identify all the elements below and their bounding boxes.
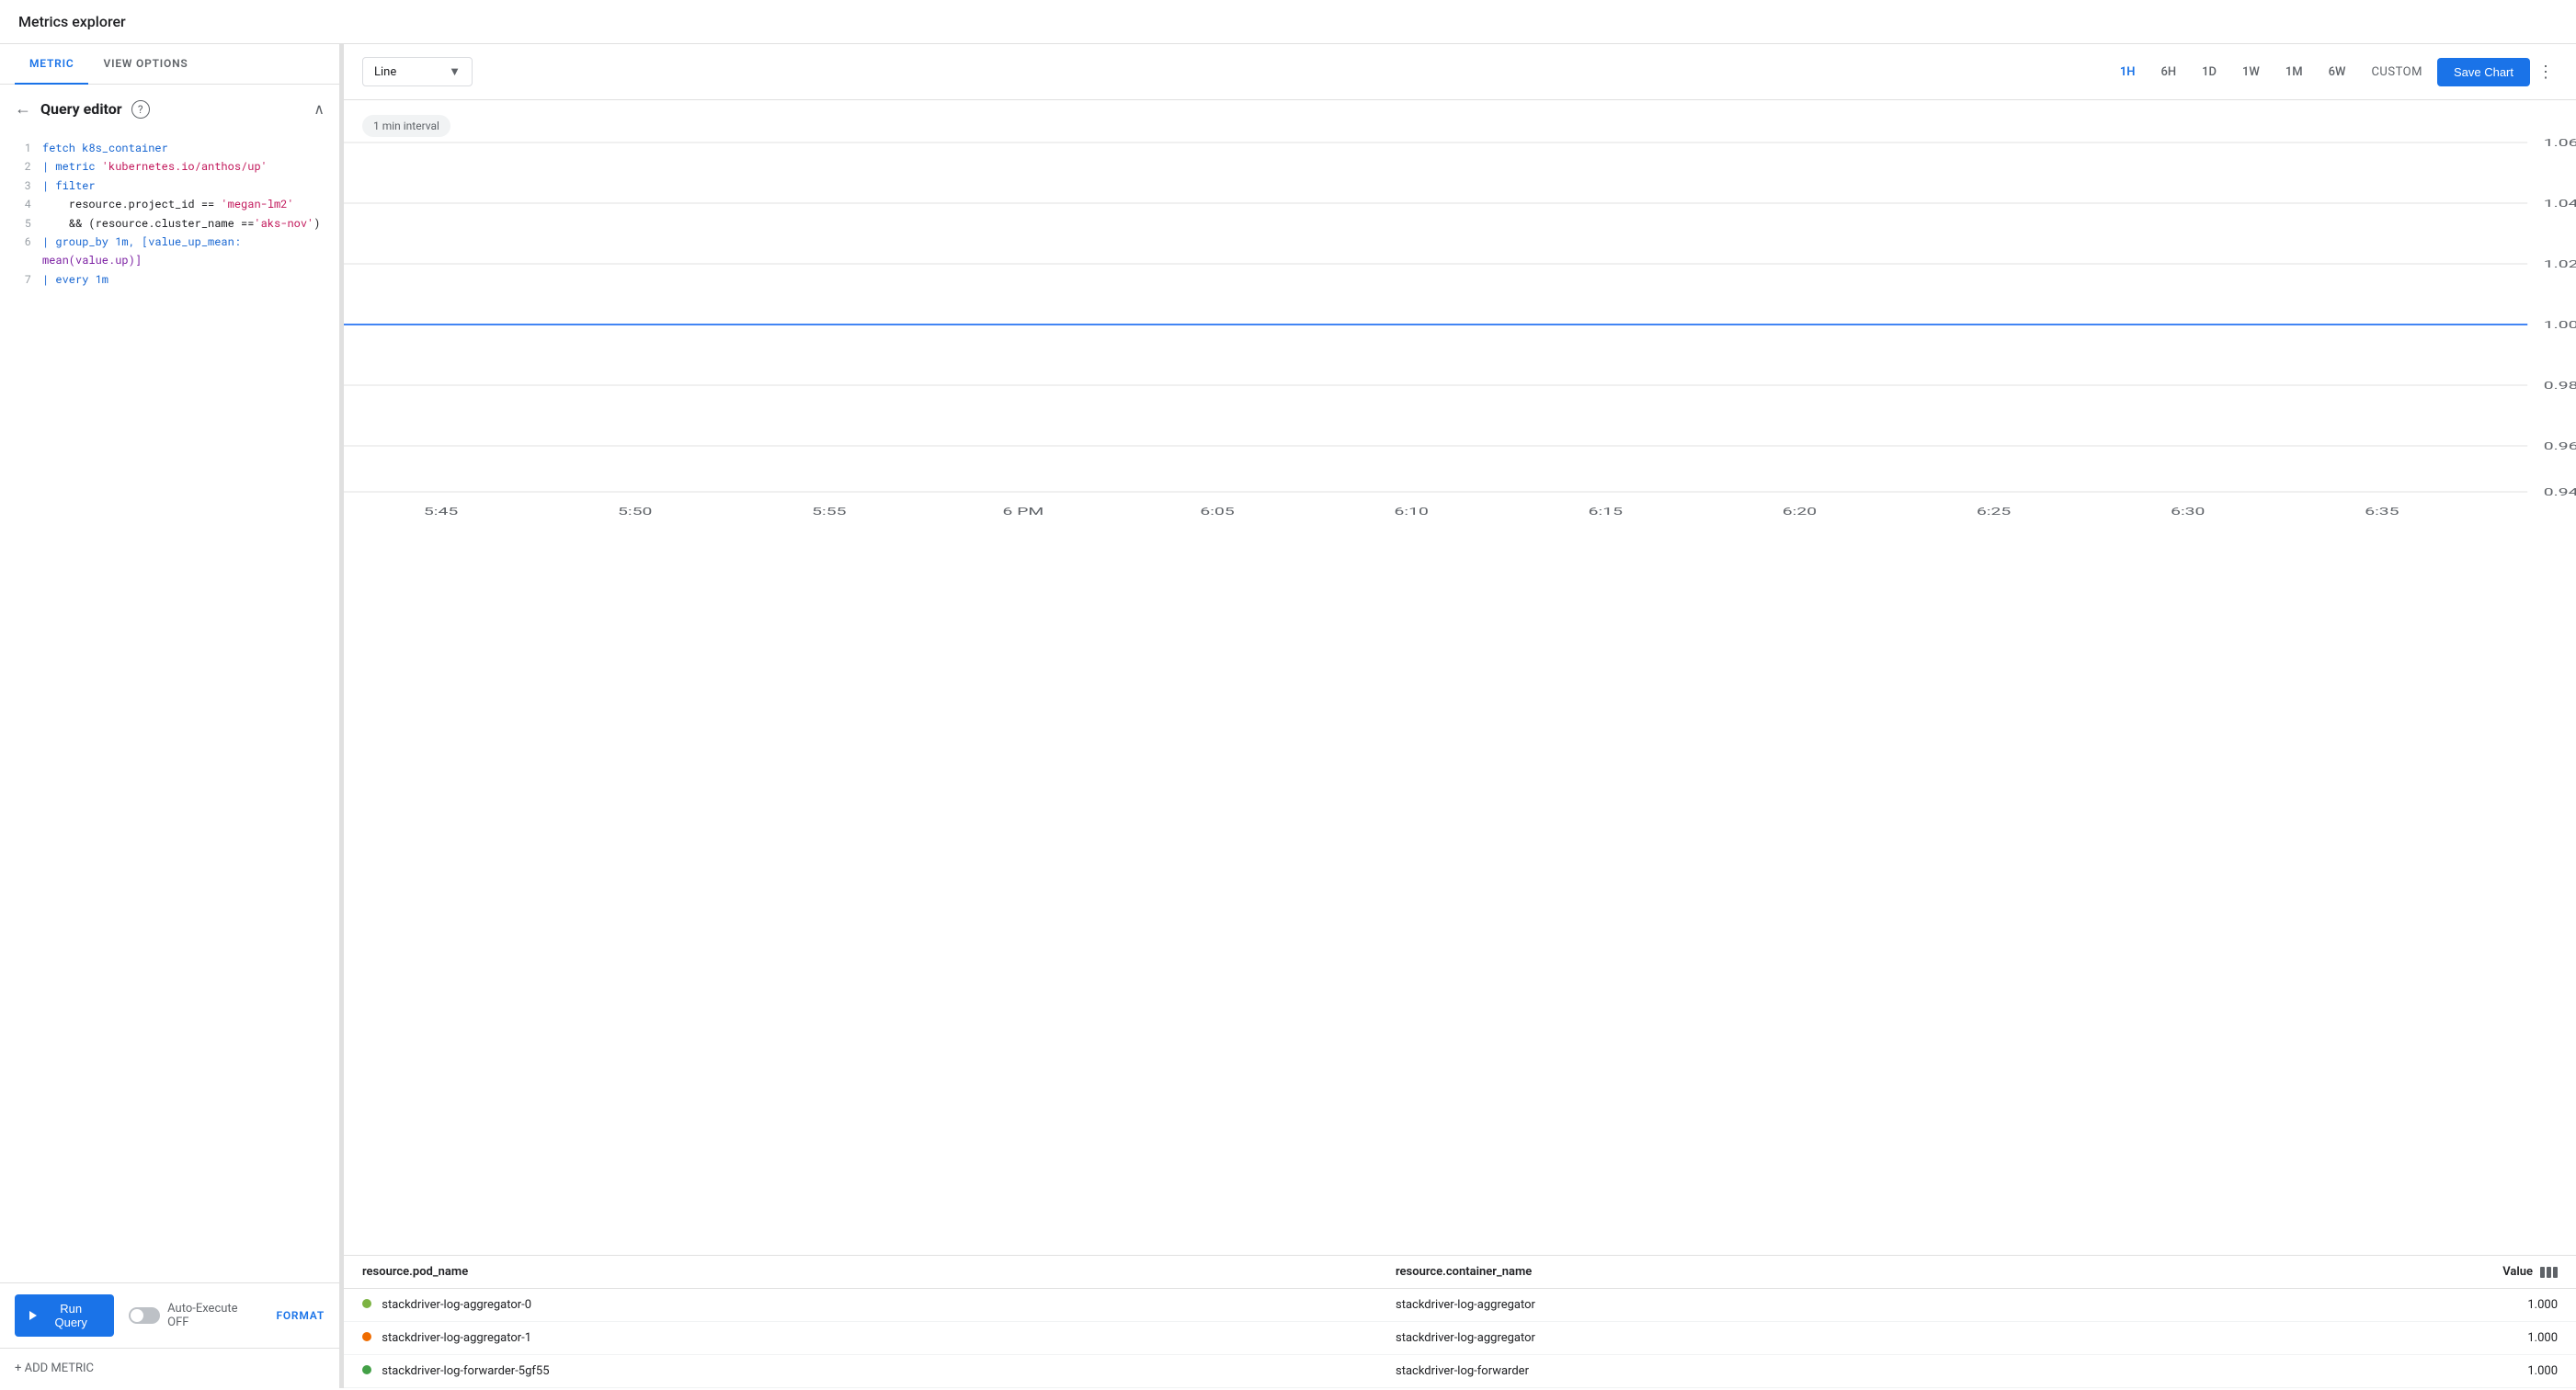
table-row: stackdriver-log-aggregator-1 stackdriver… bbox=[344, 1322, 2576, 1355]
play-icon bbox=[29, 1311, 37, 1320]
query-editor-section: ← Query editor ? ∧ 1 fetch k8s_container… bbox=[0, 85, 339, 1282]
svg-text:1.00: 1.00 bbox=[2544, 319, 2576, 331]
tab-view-options[interactable]: VIEW OPTIONS bbox=[88, 44, 202, 85]
container-name-cell: stackdriver-log-aggregator bbox=[1396, 1331, 2429, 1345]
svg-text:0.96: 0.96 bbox=[2544, 440, 2576, 452]
back-arrow-icon[interactable]: ← bbox=[15, 99, 31, 119]
add-metric-label: + ADD METRIC bbox=[15, 1362, 94, 1375]
app-header: Metrics explorer bbox=[0, 0, 2576, 44]
app-title: Metrics explorer bbox=[18, 13, 126, 30]
chart-area: 1 min interval 1.06 1.04 1.02 1.00 bbox=[344, 100, 2576, 1255]
right-panel: Line ▼ 1H 6H 1D 1W 1M 6W CUSTOM Save Cha… bbox=[344, 44, 2576, 1388]
left-panel: METRIC VIEW OPTIONS ← Query editor ? ∧ 1… bbox=[0, 44, 340, 1388]
chart-svg: 1.06 1.04 1.02 1.00 0.98 0.96 0.94 5:45 … bbox=[344, 115, 2576, 519]
code-line-1: 1 fetch k8s_container bbox=[15, 139, 325, 157]
tab-metric[interactable]: METRIC bbox=[15, 44, 88, 85]
svg-text:0.94: 0.94 bbox=[2544, 486, 2576, 498]
svg-text:6:30: 6:30 bbox=[2171, 506, 2205, 518]
svg-text:5:50: 5:50 bbox=[618, 506, 652, 518]
collapse-icon[interactable]: ∧ bbox=[313, 100, 325, 118]
interval-badge: 1 min interval bbox=[362, 115, 450, 137]
svg-text:1.06: 1.06 bbox=[2544, 137, 2576, 149]
svg-text:6:25: 6:25 bbox=[1977, 506, 2011, 518]
run-query-label: Run Query bbox=[42, 1302, 99, 1329]
svg-text:6 PM: 6 PM bbox=[1003, 506, 1044, 518]
time-range-buttons: 1H 6H 1D 1W 1M 6W CUSTOM Save Chart ⋮ bbox=[2109, 58, 2558, 86]
time-btn-6w[interactable]: 6W bbox=[2318, 60, 2357, 85]
svg-text:1.04: 1.04 bbox=[2544, 198, 2576, 210]
pod-name-cell: stackdriver-log-forwarder-5gf55 bbox=[362, 1364, 1396, 1378]
table-row: stackdriver-log-forwarder-5gf55 stackdri… bbox=[344, 1355, 2576, 1388]
code-line-6: 6 | group_by 1m, [value_up_mean: bbox=[15, 233, 325, 251]
svg-text:0.98: 0.98 bbox=[2544, 380, 2576, 392]
value-cell: 1.000 bbox=[2429, 1364, 2558, 1378]
value-cell: 1.000 bbox=[2429, 1331, 2558, 1345]
svg-text:6:05: 6:05 bbox=[1200, 506, 1234, 518]
row-dot-1 bbox=[362, 1299, 371, 1308]
code-line-6b: mean(value.up)] bbox=[15, 251, 325, 269]
grid-columns-icon[interactable] bbox=[2540, 1267, 2558, 1278]
save-chart-button[interactable]: Save Chart bbox=[2437, 58, 2530, 86]
time-btn-6h[interactable]: 6H bbox=[2150, 60, 2188, 85]
table-row: stackdriver-log-aggregator-0 stackdriver… bbox=[344, 1289, 2576, 1322]
auto-execute-toggle[interactable] bbox=[129, 1307, 160, 1324]
col-container-name-header: resource.container_name bbox=[1396, 1265, 2429, 1279]
code-line-5: 5 && (resource.cluster_name =='aks-nov') bbox=[15, 214, 325, 233]
help-icon[interactable]: ? bbox=[131, 100, 150, 119]
time-btn-1m[interactable]: 1M bbox=[2274, 60, 2314, 85]
svg-text:6:10: 6:10 bbox=[1395, 506, 1429, 518]
format-button[interactable]: FORMAT bbox=[276, 1309, 325, 1322]
query-editor-header: ← Query editor ? ∧ bbox=[15, 99, 325, 119]
tabs-bar: METRIC VIEW OPTIONS bbox=[0, 44, 339, 85]
more-options-icon[interactable]: ⋮ bbox=[2534, 59, 2558, 85]
auto-execute-label: Auto-Execute OFF bbox=[167, 1302, 261, 1329]
data-table: resource.pod_name resource.container_nam… bbox=[344, 1255, 2576, 1388]
svg-text:1.02: 1.02 bbox=[2544, 258, 2576, 270]
code-block: 1 fetch k8s_container 2 | metric 'kubern… bbox=[15, 131, 325, 1268]
container-name-cell: stackdriver-log-forwarder bbox=[1396, 1364, 2429, 1378]
container-name-cell: stackdriver-log-aggregator bbox=[1396, 1298, 2429, 1312]
pod-name-cell: stackdriver-log-aggregator-1 bbox=[362, 1331, 1396, 1345]
main-layout: METRIC VIEW OPTIONS ← Query editor ? ∧ 1… bbox=[0, 44, 2576, 1388]
run-query-button[interactable]: Run Query bbox=[15, 1294, 114, 1337]
time-btn-1w[interactable]: 1W bbox=[2231, 60, 2271, 85]
time-btn-1d[interactable]: 1D bbox=[2191, 60, 2228, 85]
auto-execute-group: Auto-Execute OFF bbox=[129, 1302, 261, 1329]
code-line-3: 3 | filter bbox=[15, 177, 325, 195]
col-pod-name-header: resource.pod_name bbox=[362, 1265, 1396, 1279]
chart-svg-container: 1.06 1.04 1.02 1.00 0.98 0.96 0.94 5:45 … bbox=[344, 115, 2576, 519]
query-editor-title: Query editor bbox=[40, 100, 122, 118]
svg-text:5:45: 5:45 bbox=[424, 506, 458, 518]
value-cell: 1.000 bbox=[2429, 1298, 2558, 1312]
svg-text:6:15: 6:15 bbox=[1589, 506, 1623, 518]
chart-type-select[interactable]: Line ▼ bbox=[362, 57, 473, 86]
dropdown-arrow-icon: ▼ bbox=[449, 64, 461, 79]
row-dot-2 bbox=[362, 1332, 371, 1341]
svg-text:6:20: 6:20 bbox=[1783, 506, 1817, 518]
code-line-7: 7 | every 1m bbox=[15, 270, 325, 289]
table-header: resource.pod_name resource.container_nam… bbox=[344, 1256, 2576, 1289]
row-dot-3 bbox=[362, 1365, 371, 1374]
custom-button[interactable]: CUSTOM bbox=[2360, 60, 2433, 85]
code-line-2: 2 | metric 'kubernetes.io/anthos/up' bbox=[15, 157, 325, 176]
query-editor-title-group: ← Query editor ? bbox=[15, 99, 150, 119]
chart-type-label: Line bbox=[374, 65, 396, 79]
col-value-header: Value bbox=[2429, 1265, 2558, 1279]
svg-text:6:35: 6:35 bbox=[2365, 506, 2399, 518]
left-panel-bottom: Run Query Auto-Execute OFF FORMAT bbox=[0, 1282, 339, 1348]
svg-text:5:55: 5:55 bbox=[812, 506, 846, 518]
chart-toolbar: Line ▼ 1H 6H 1D 1W 1M 6W CUSTOM Save Cha… bbox=[344, 44, 2576, 100]
code-line-4: 4 resource.project_id == 'megan-lm2' bbox=[15, 195, 325, 213]
pod-name-cell: stackdriver-log-aggregator-0 bbox=[362, 1298, 1396, 1312]
time-btn-1h[interactable]: 1H bbox=[2109, 60, 2147, 85]
add-metric-bar[interactable]: + ADD METRIC bbox=[0, 1348, 339, 1388]
